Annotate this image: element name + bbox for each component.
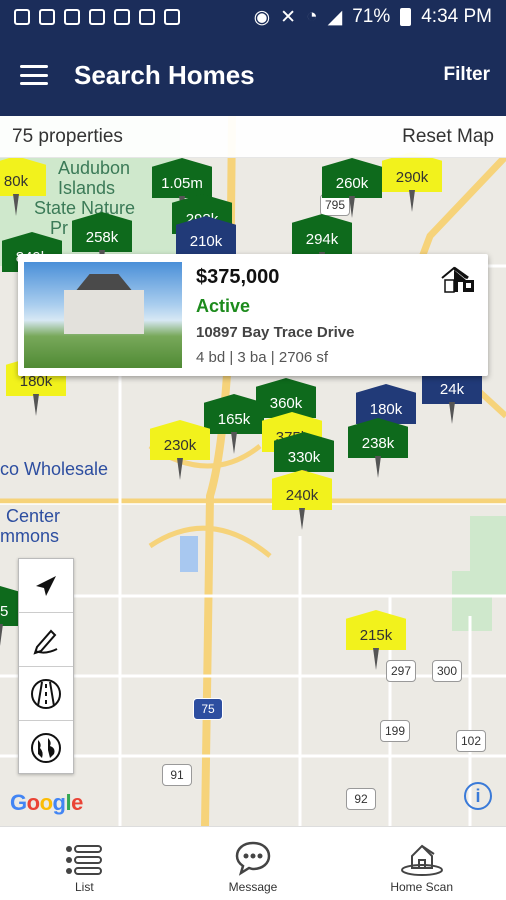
property-pin[interactable]: 260k [322, 158, 382, 218]
image-notification-icon [89, 9, 105, 25]
map-label-audubon: Audubon [58, 158, 131, 178]
property-details: 4 bd | 3 ba | 2706 sf [196, 349, 329, 366]
road-number: 102 [456, 730, 486, 752]
property-pin[interactable]: 80k [0, 156, 46, 216]
list-icon [66, 845, 103, 875]
filter-button[interactable]: Filter [444, 64, 490, 86]
property-photo[interactable] [24, 262, 182, 368]
rx-notification-icon [139, 9, 155, 25]
road-icon[interactable] [19, 667, 73, 721]
nav-message-label: Message [228, 880, 278, 894]
battery-icon [400, 8, 412, 26]
clock: 4:34 PM [421, 6, 492, 27]
results-bar: 75 properties Reset Map [0, 116, 506, 158]
road-number: 300 [432, 660, 462, 682]
property-pin[interactable]: 230k [150, 420, 210, 480]
road-number: 92 [346, 788, 376, 810]
navigate-icon[interactable] [19, 559, 73, 613]
tablet-notification-icon [114, 9, 130, 25]
map-label-commons: mmons [0, 526, 60, 546]
page-title: Search Homes [74, 59, 255, 90]
road-number: 91 [162, 764, 192, 786]
notification-icons [14, 9, 180, 25]
wifi-notification-icon [14, 9, 30, 25]
wifi-icon: ◔ [306, 6, 318, 27]
dropbox-notification-icon [64, 9, 80, 25]
system-status: ◉ ✕ ◔ ◢ 71% 4:34 PM [254, 6, 492, 29]
map[interactable]: Audubon Islands State Nature Pr co Whole… [0, 116, 506, 826]
property-pin[interactable]: 165k [204, 394, 264, 454]
signal-icon: ◢ [327, 6, 343, 28]
bottom-navigation: List Message Home Scan [0, 826, 506, 900]
map-tools [18, 558, 74, 774]
camera-notification-icon [39, 9, 55, 25]
nav-home-scan[interactable]: Home Scan [337, 827, 506, 900]
property-count: 75 properties [12, 125, 123, 147]
nav-home-scan-label: Home Scan [390, 880, 454, 894]
map-info-button[interactable]: i [464, 782, 492, 810]
road-number: 199 [380, 720, 410, 742]
map-label-wholesale: co Wholesale [0, 459, 109, 479]
nav-list-label: List [74, 880, 94, 894]
app-bar: Search Homes Filter [0, 34, 506, 116]
property-card[interactable]: $375,000 Active 10897 Bay Trace Drive 4 … [18, 254, 488, 376]
nav-list[interactable]: List [0, 827, 169, 900]
property-pin[interactable]: 240k [272, 470, 332, 530]
draw-icon[interactable] [19, 613, 73, 667]
status-bar: ◉ ✕ ◔ ◢ 71% 4:34 PM [0, 0, 506, 34]
property-status: Active [196, 296, 251, 316]
map-label-center: Center [6, 506, 61, 526]
property-address: 10897 Bay Trace Drive [196, 324, 355, 341]
globe-icon[interactable] [19, 721, 73, 775]
property-pin[interactable]: 290k [382, 152, 442, 212]
map-label-islands: Islands [58, 178, 116, 198]
google-attribution: Google [10, 790, 83, 815]
home-type-icon [441, 266, 474, 293]
nav-message[interactable]: Message [169, 827, 338, 900]
reset-map-button[interactable]: Reset Map [402, 126, 494, 148]
battery-percentage: 71% [352, 6, 391, 27]
tower-notification-icon [164, 9, 180, 25]
property-price: $375,000 [196, 266, 280, 288]
mute-icon: ✕ [280, 6, 297, 28]
interstate-shield: 75 [193, 698, 223, 720]
home-scan-icon [400, 844, 443, 876]
property-pin[interactable]: 215k [346, 610, 406, 670]
location-icon: ◉ [253, 6, 271, 28]
message-icon [235, 841, 271, 876]
property-pin[interactable]: 238k [348, 418, 408, 478]
menu-icon[interactable] [20, 65, 48, 85]
